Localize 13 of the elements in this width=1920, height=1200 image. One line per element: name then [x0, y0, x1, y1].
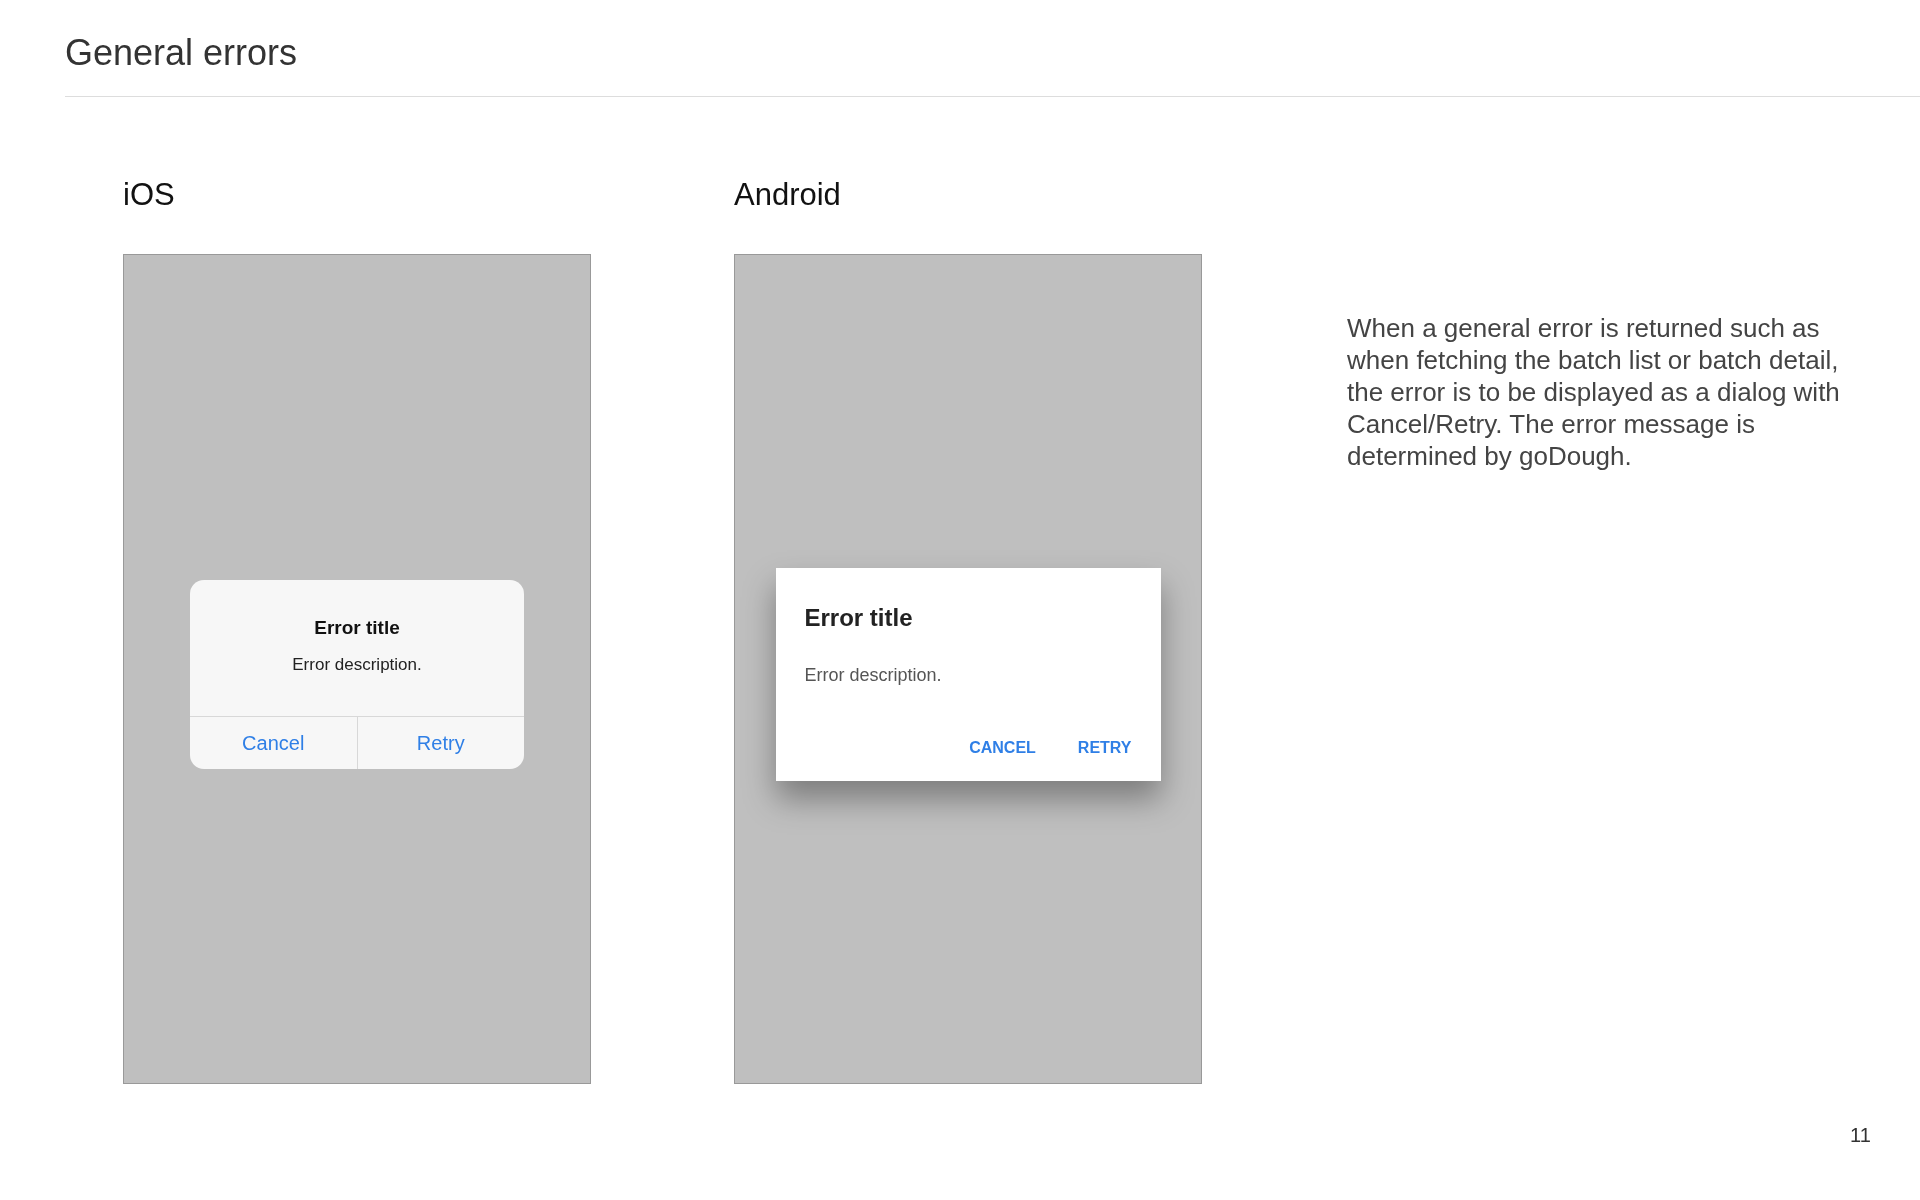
dialog-title: Error title	[804, 602, 914, 633]
description-text: When a general error is returned such as when fetching the batch list or batch detail, the error is to be displayed as a dialog with Cancel/Retry. The error message is determined by goDough.	[1347, 312, 1841, 473]
dialog-button[interactable]: Retry	[356, 716, 524, 769]
page-number: 11	[1850, 1123, 1871, 1148]
dialog-button[interactable]: CANCEL	[955, 732, 1050, 763]
dialog-button[interactable]: RETRY	[1063, 732, 1146, 763]
platform-label: Android	[734, 177, 842, 213]
platform-label: iOS	[123, 177, 176, 213]
dialog-title: Error title	[314, 615, 400, 640]
page-title: General errors	[65, 31, 299, 75]
dialog-description: Error description.	[804, 663, 943, 687]
dialog-description: Error description.	[292, 654, 422, 676]
dialog-button[interactable]: Cancel	[190, 716, 357, 769]
